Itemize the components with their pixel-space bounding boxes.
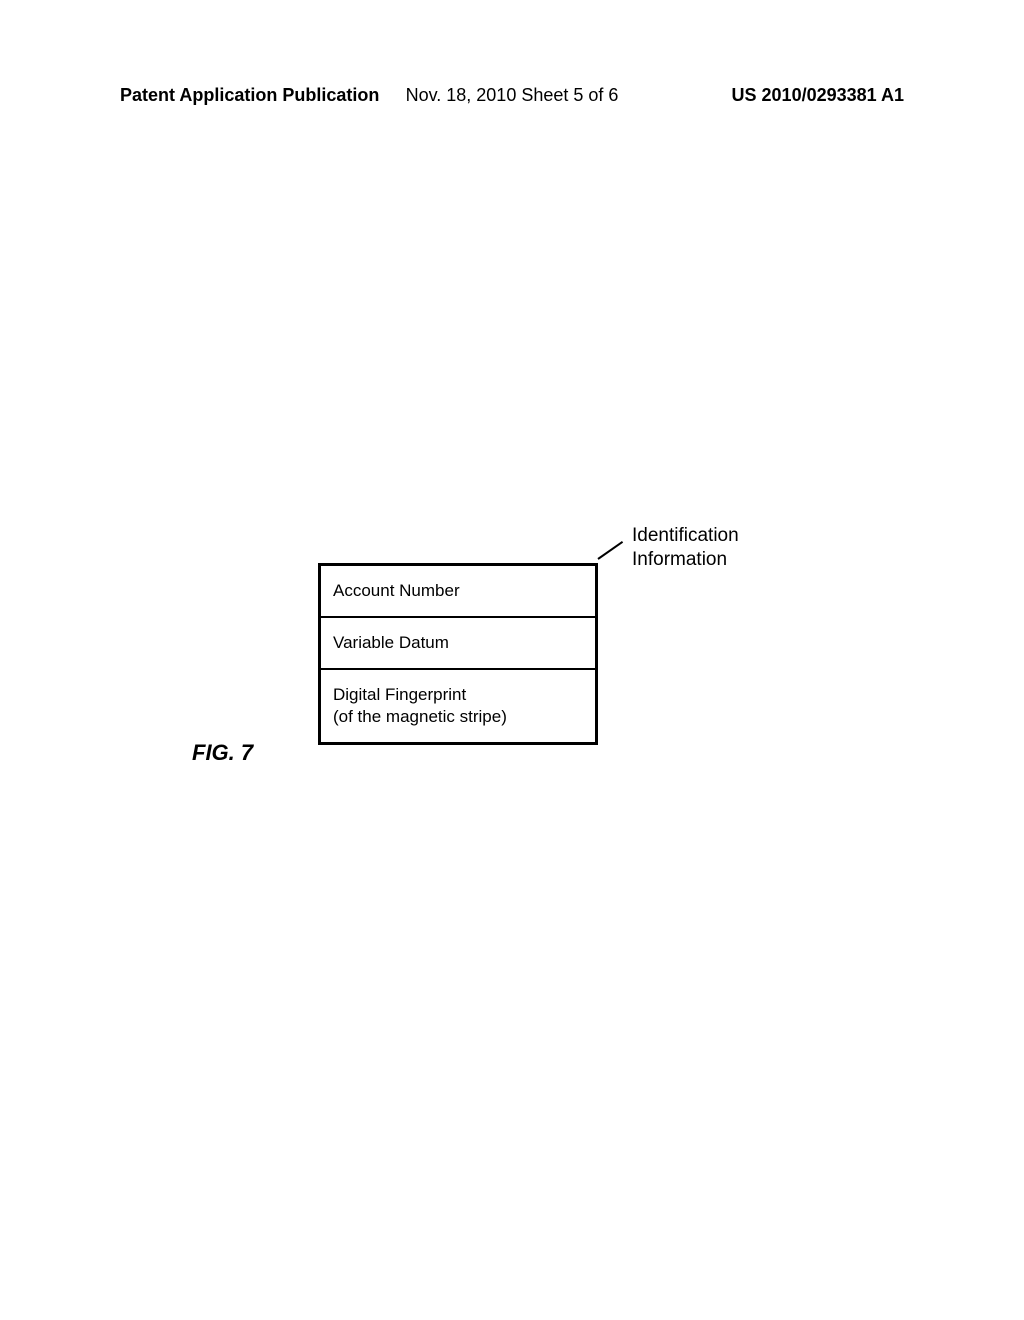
header-publication-number: US 2010/0293381 A1 xyxy=(732,85,904,106)
header-publication-type: Patent Application Publication xyxy=(120,85,379,106)
row-account-number: Account Number xyxy=(321,566,595,618)
row-digital-fingerprint: Digital Fingerprint(of the magnetic stri… xyxy=(321,670,595,742)
page-header: Patent Application Publication Nov. 18, … xyxy=(0,85,1024,106)
row-variable-datum: Variable Datum xyxy=(321,618,595,670)
callout-leader-line xyxy=(597,541,623,560)
header-date-sheet: Nov. 18, 2010 Sheet 5 of 6 xyxy=(406,85,619,106)
identification-info-box: Account Number Variable Datum Digital Fi… xyxy=(318,563,598,745)
callout-label: IdentificationInformation xyxy=(632,524,739,572)
figure-number-label: FIG. 7 xyxy=(192,740,253,766)
